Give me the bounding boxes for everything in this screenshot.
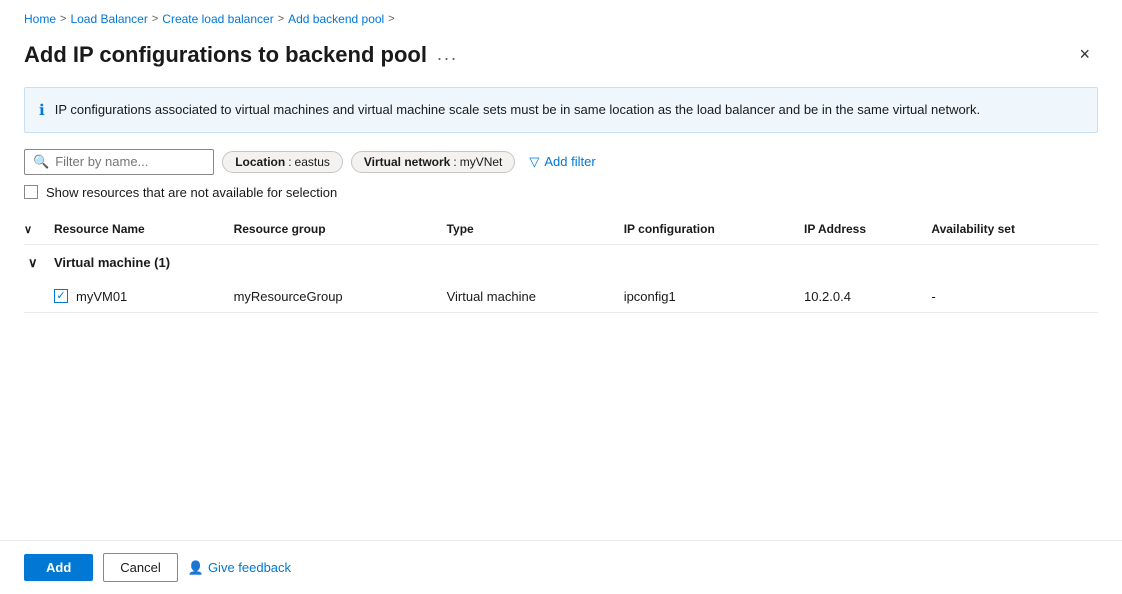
checkmark-icon: ✓ bbox=[56, 291, 65, 302]
breadcrumb-sep-3: > bbox=[278, 13, 284, 25]
row-ip-configuration: ipconfig1 bbox=[624, 281, 804, 313]
feedback-label: Give feedback bbox=[208, 560, 291, 575]
group-collapse-cell[interactable]: ∨ bbox=[24, 244, 54, 281]
th-type: Type bbox=[447, 214, 624, 245]
filter-chip-location-key: Location bbox=[235, 155, 285, 169]
breadcrumb-sep-1: > bbox=[60, 13, 66, 25]
breadcrumb-sep-4: > bbox=[388, 13, 394, 25]
breadcrumb-create-lb[interactable]: Create load balancer bbox=[162, 12, 273, 26]
show-resources-row: Show resources that are not available fo… bbox=[24, 185, 1098, 200]
th-ip-configuration: IP configuration bbox=[624, 214, 804, 245]
cancel-button[interactable]: Cancel bbox=[103, 553, 177, 582]
row-type: Virtual machine bbox=[447, 281, 624, 313]
page-title-ellipsis: ... bbox=[437, 44, 458, 65]
th-resource-group: Resource group bbox=[234, 214, 447, 245]
feedback-person-icon: 👤 bbox=[188, 560, 204, 576]
filter-chip-vnet[interactable]: Virtual network : myVNet bbox=[351, 151, 516, 173]
breadcrumb-load-balancer[interactable]: Load Balancer bbox=[70, 12, 147, 26]
row-ip-address: 10.2.0.4 bbox=[804, 281, 931, 313]
breadcrumb-add-backend[interactable]: Add backend pool bbox=[288, 12, 384, 26]
collapse-all-icon[interactable]: ∨ bbox=[24, 224, 32, 236]
page-header: Add IP configurations to backend pool ..… bbox=[24, 40, 1098, 69]
add-filter-button[interactable]: ▽ Add filter bbox=[523, 151, 601, 173]
search-icon: 🔍 bbox=[33, 154, 49, 170]
resources-table: ∨ Resource Name Resource group Type IP c… bbox=[24, 214, 1098, 314]
table-row: ✓ myVM01 myResourceGroup Virtual machine… bbox=[24, 281, 1098, 313]
breadcrumb-home[interactable]: Home bbox=[24, 12, 56, 26]
info-icon: ℹ bbox=[39, 101, 45, 119]
group-row-vm: ∨ Virtual machine (1) bbox=[24, 244, 1098, 281]
breadcrumb-sep-2: > bbox=[152, 13, 158, 25]
page-title: Add IP configurations to backend pool ..… bbox=[24, 42, 458, 68]
filter-input[interactable] bbox=[55, 154, 205, 169]
table-header: ∨ Resource Name Resource group Type IP c… bbox=[24, 214, 1098, 245]
filter-input-wrap[interactable]: 🔍 bbox=[24, 149, 214, 175]
info-banner-text: IP configurations associated to virtual … bbox=[55, 100, 980, 120]
filter-chip-vnet-sep: : bbox=[453, 155, 456, 169]
breadcrumb: Home > Load Balancer > Create load balan… bbox=[24, 12, 1098, 26]
page-title-text: Add IP configurations to backend pool bbox=[24, 42, 427, 68]
row-resource-group: myResourceGroup bbox=[234, 281, 447, 313]
row-checkbox[interactable]: ✓ bbox=[54, 289, 68, 303]
filter-chip-location-value: eastus bbox=[295, 155, 330, 169]
show-resources-label[interactable]: Show resources that are not available fo… bbox=[46, 185, 337, 200]
row-availability-set: - bbox=[931, 281, 1098, 313]
filter-chip-vnet-key: Virtual network bbox=[364, 155, 450, 169]
th-availability-set: Availability set bbox=[931, 214, 1098, 245]
filter-chip-vnet-value: myVNet bbox=[460, 155, 503, 169]
th-resource-name: Resource Name bbox=[54, 214, 234, 245]
close-button[interactable]: × bbox=[1071, 40, 1098, 69]
give-feedback-button[interactable]: 👤 Give feedback bbox=[188, 560, 291, 576]
group-chevron-icon[interactable]: ∨ bbox=[24, 255, 38, 270]
th-ip-address: IP Address bbox=[804, 214, 931, 245]
row-resource-name: myVM01 bbox=[76, 289, 127, 304]
filter-row: 🔍 Location : eastus Virtual network : my… bbox=[24, 149, 1098, 175]
footer: Add Cancel 👤 Give feedback bbox=[0, 540, 1122, 594]
row-collapse-cell bbox=[24, 281, 54, 313]
th-collapse: ∨ bbox=[24, 214, 54, 245]
show-resources-checkbox[interactable] bbox=[24, 185, 38, 199]
filter-chip-location-sep: : bbox=[288, 155, 291, 169]
info-banner: ℹ IP configurations associated to virtua… bbox=[24, 87, 1098, 133]
filter-chip-location[interactable]: Location : eastus bbox=[222, 151, 343, 173]
add-filter-label: Add filter bbox=[544, 154, 595, 169]
funnel-icon: ▽ bbox=[529, 154, 539, 170]
add-button[interactable]: Add bbox=[24, 554, 93, 581]
row-checkbox-cell: ✓ myVM01 bbox=[54, 281, 234, 313]
group-name: Virtual machine (1) bbox=[54, 244, 1098, 281]
